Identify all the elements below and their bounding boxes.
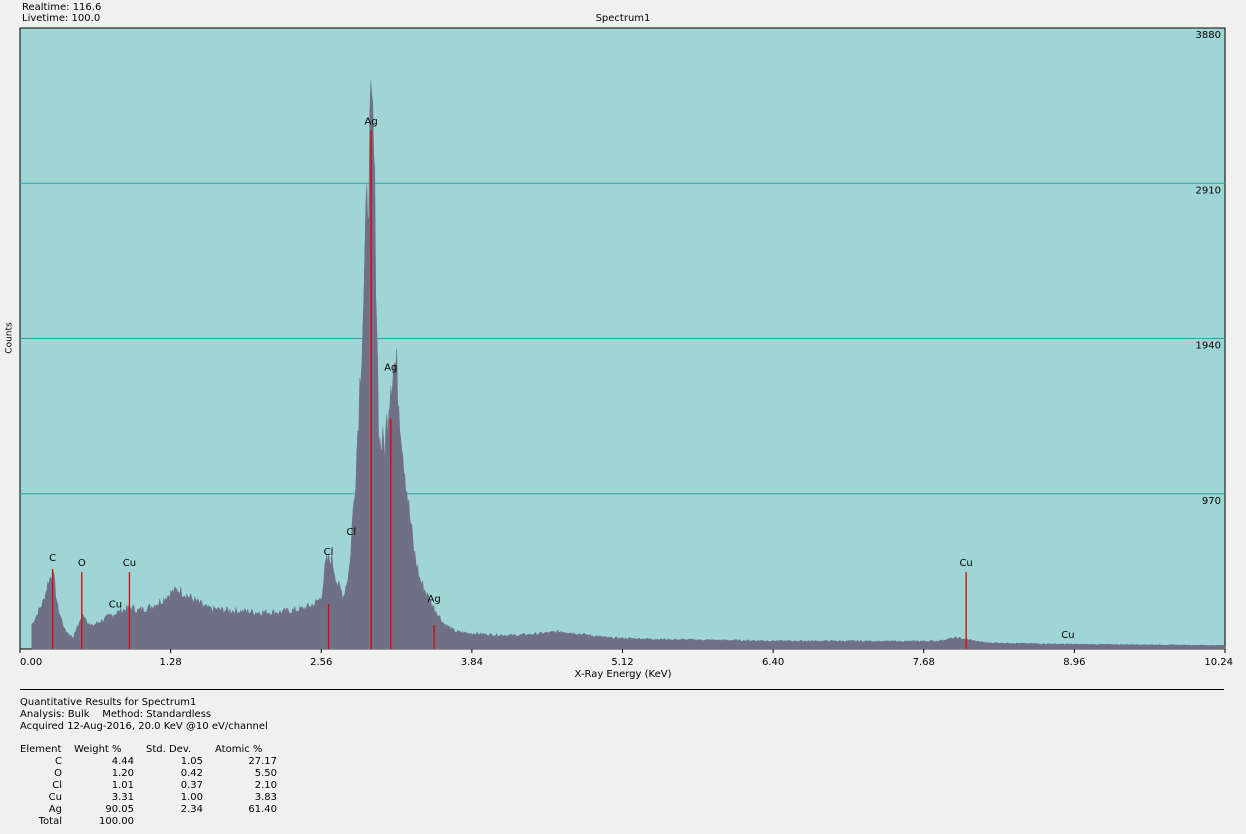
cell-weight: 1.01	[111, 780, 134, 791]
col-header-stddev: Std. Dev.	[146, 744, 192, 755]
cell-stddev: 2.34	[180, 804, 203, 815]
cell-atomic: 27.17	[248, 756, 277, 767]
cell-stddev: 0.42	[180, 768, 203, 779]
cell-element: O	[54, 768, 62, 779]
results-body: C 4.44 1.05 27.17 O 1.20 0.42 5.50 Cl 1.01 0.37 2…	[20, 756, 277, 828]
results-header-row: Element Weight % Std. Dev. Atomic %	[20, 744, 277, 756]
y-tick-label: 2910	[1196, 185, 1221, 196]
cell-atomic: 5.50	[254, 768, 277, 779]
cell-element: Cu	[48, 792, 62, 803]
x-tick-label: 8.96	[1063, 657, 1085, 668]
col-header-element: Element	[20, 744, 62, 755]
peak-label-ag: Ag	[427, 594, 440, 605]
cell-stddev: 0.37	[180, 780, 203, 791]
cell-atomic	[203, 816, 277, 828]
cell-weight: 4.44	[111, 756, 134, 767]
report-acquired: Acquired 12-Aug-2016, 20.0 KeV @10 eV/ch…	[20, 721, 268, 732]
x-tick-label: 5.12	[611, 657, 633, 668]
report-title: Quantitative Results for Spectrum1	[20, 697, 197, 708]
cell-element: Cl	[52, 780, 62, 791]
cell-element: Ag	[48, 804, 62, 815]
y-tick-label: 3880	[1196, 30, 1221, 41]
x-axis-label: X-Ray Energy (KeV)	[574, 669, 672, 680]
peak-label-cu: Cu	[1061, 630, 1074, 641]
cell-atomic: 61.40	[248, 804, 277, 815]
table-row: Total 100.00	[20, 816, 277, 828]
x-tick-label: 2.56	[310, 657, 332, 668]
peak-label-cu: Cu	[959, 558, 972, 569]
cell-weight: 3.31	[111, 792, 134, 803]
cell-atomic: 2.10	[254, 780, 277, 791]
cell-element: Total	[38, 816, 62, 827]
report-divider	[20, 689, 1224, 690]
x-tick-label: 3.84	[461, 657, 483, 668]
peak-label-cl: Cl	[346, 527, 356, 538]
spectrum-chart: C O Cu Cu Cl Cl Ag Ag Ag Cu Cu 0.00 1.28 2.56 3.84 5.12…	[19, 27, 1233, 668]
peak-label-cu: Cu	[109, 599, 122, 610]
x-tick-label: 6.40	[762, 657, 784, 668]
report-analysis: Analysis: Bulk Method: Standardless	[20, 709, 212, 720]
cell-atomic: 3.83	[254, 792, 277, 803]
cell-stddev: 1.05	[180, 756, 203, 767]
x-tick-label: 7.68	[913, 657, 935, 668]
results-table: Element Weight % Std. Dev. Atomic % C 4.4…	[20, 744, 277, 828]
table-row: C 4.44 1.05 27.17	[20, 756, 277, 768]
peak-label-o: O	[78, 558, 86, 569]
table-row: Ag 90.05 2.34 61.40	[20, 804, 277, 816]
cell-weight: 90.05	[105, 804, 134, 815]
y-tick-label: 970	[1202, 496, 1221, 507]
peak-label-c: C	[49, 553, 56, 564]
peak-label-cu: Cu	[123, 558, 136, 569]
col-header-atomic: Atomic %	[215, 744, 263, 755]
y-tick-label: 1940	[1196, 341, 1221, 352]
cell-element: C	[55, 756, 62, 767]
cell-stddev	[134, 816, 203, 828]
peak-label-cl: Cl	[324, 547, 334, 558]
table-row: Cl 1.01 0.37 2.10	[20, 780, 277, 792]
x-tick-label: 0.00	[20, 657, 42, 668]
x-tick-label: 1.28	[159, 657, 181, 668]
peak-label-ag: Ag	[384, 362, 397, 373]
peak-label-ag: Ag	[365, 116, 378, 127]
cell-weight: 100.00	[99, 816, 134, 827]
table-row: O 1.20 0.42 5.50	[20, 768, 277, 780]
cell-stddev: 1.00	[180, 792, 203, 803]
table-row: Cu 3.31 1.00 3.83	[20, 792, 277, 804]
x-tick-label: 10.24	[1204, 657, 1233, 668]
cell-weight: 1.20	[111, 768, 134, 779]
col-header-weight: Weight %	[74, 744, 122, 755]
